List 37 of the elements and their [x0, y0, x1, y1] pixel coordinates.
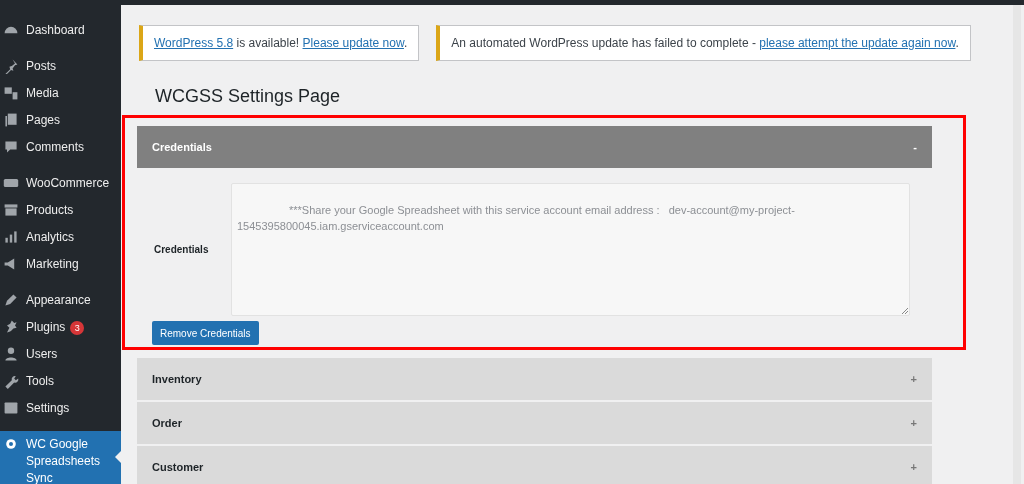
sidebar-item[interactable]: Analytics: [0, 224, 121, 251]
remove-credentials-button[interactable]: Remove Credentials: [152, 321, 259, 345]
media-icon: [3, 85, 19, 101]
sidebar-item[interactable]: Appearance: [0, 287, 121, 314]
update-link[interactable]: Please update now: [302, 36, 404, 50]
update-count-badge: 3: [70, 320, 85, 335]
section-header[interactable]: Credentials -: [137, 126, 932, 168]
update-notice: An automated WordPress update has failed to complete - please attempt the update again now.: [436, 25, 971, 61]
pin-icon: [3, 58, 19, 74]
sidebar-item[interactable]: Posts: [0, 53, 121, 80]
update-link[interactable]: WordPress 5.8: [154, 36, 234, 50]
sidebar-item[interactable]: Pages: [0, 107, 121, 134]
page-title: WCGSS Settings Page: [155, 85, 342, 107]
update-notice: WordPress 5.8 is available! Please update now.: [139, 25, 420, 61]
section-header[interactable]: Order +: [137, 402, 932, 444]
sidebar-item[interactable]: Settings: [0, 395, 121, 422]
section-header[interactable]: Inventory +: [137, 358, 932, 400]
box-icon: [3, 202, 19, 218]
resize-handle-icon: [902, 308, 908, 314]
pages-icon: [3, 112, 19, 128]
wrench-icon: [3, 373, 19, 389]
field-label: Credentials: [153, 243, 210, 257]
sidebar-item[interactable]: Users: [0, 341, 121, 368]
sidebar-item[interactable]: Media: [0, 80, 121, 107]
sidebar-item[interactable]: Marketing: [0, 251, 121, 278]
user-icon: [3, 346, 19, 362]
bar-chart-icon: [3, 229, 19, 245]
sidebar-item[interactable]: Plugins 3: [0, 314, 121, 341]
sidebar-item[interactable]: WC Google Spreadsheets Sync: [0, 431, 121, 484]
sidebar-item[interactable]: WooCommerce: [0, 170, 121, 197]
current-page-pointer-icon: [115, 451, 121, 463]
speech-bubble-icon: [3, 139, 19, 155]
section-header[interactable]: Customer +: [137, 446, 932, 484]
sidebar-item[interactable]: Comments: [0, 134, 121, 161]
sidebar-item[interactable]: Dashboard: [0, 17, 121, 44]
sidebar-item[interactable]: Tools: [0, 368, 121, 395]
sidebar-item[interactable]: Products: [0, 197, 121, 224]
